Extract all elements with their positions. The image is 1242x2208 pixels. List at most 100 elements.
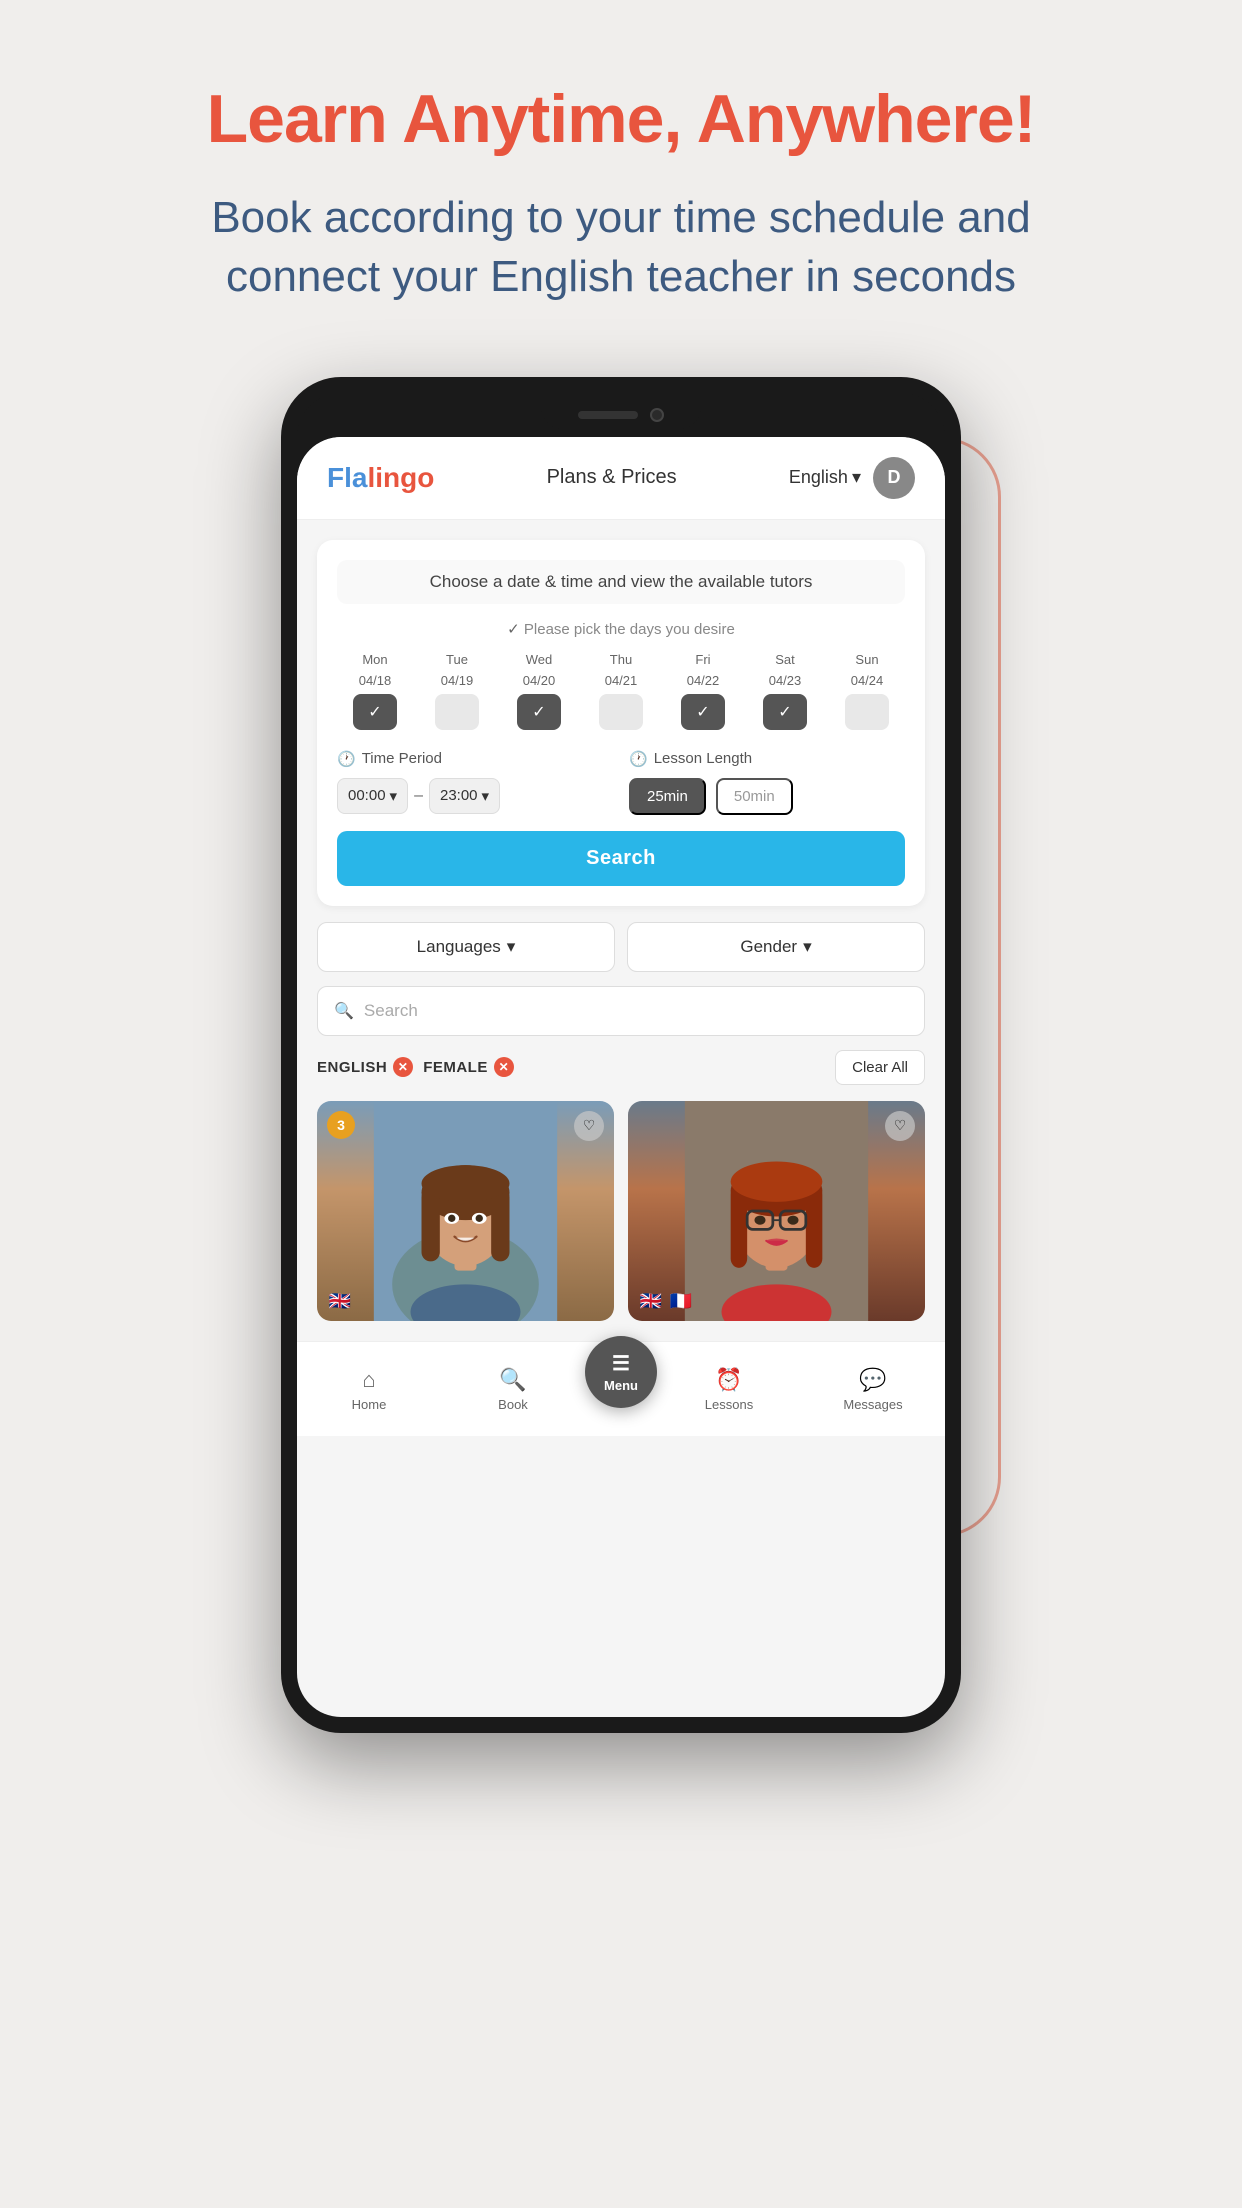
day-tue-date: 04/19 — [441, 673, 474, 688]
date-time-card: Choose a date & time and view the availa… — [317, 540, 925, 906]
nav-menu-label: Menu — [604, 1378, 638, 1393]
nav-messages[interactable]: 💬 Messages — [801, 1367, 945, 1412]
time-lesson-row: 🕐 Time Period 00:00 ▾ – 23:00 — [337, 750, 905, 815]
lesson-length-text: Lesson Length — [654, 750, 752, 767]
plans-prices-link[interactable]: Plans & Prices — [547, 466, 677, 489]
tutor-card-2[interactable]: ♡ 🇬🇧 🇫🇷 — [628, 1101, 925, 1321]
day-picker-hint-text: Please pick the days you desire — [524, 621, 735, 638]
search-bar[interactable]: 🔍 Search — [317, 986, 925, 1036]
phone-screen: Flalingo Plans & Prices English ▾ D — [297, 437, 945, 1717]
filter-tag-english: ENGLISH ✕ — [317, 1057, 413, 1077]
app-logo: Flalingo — [327, 462, 434, 494]
day-thu[interactable]: Thu 04/21 — [583, 652, 659, 730]
date-time-hint: Choose a date & time and view the availa… — [337, 560, 905, 604]
lesson-clock-icon: 🕐 — [629, 750, 648, 768]
day-sat-label: Sat — [775, 652, 795, 667]
time-period-text: Time Period — [362, 750, 442, 767]
search-button[interactable]: Search — [337, 831, 905, 886]
lesson-25min-btn[interactable]: 25min — [629, 778, 706, 815]
app-content: Choose a date & time and view the availa… — [297, 520, 945, 1341]
lang-label: English — [789, 467, 848, 488]
day-fri[interactable]: Fri 04/22 ✓ — [665, 652, 741, 730]
phone-notch-area — [297, 393, 945, 437]
day-thu-checkbox[interactable] — [599, 694, 643, 730]
day-sun-date: 04/24 — [851, 673, 884, 688]
page-title: Learn Anytime, Anywhere! — [207, 80, 1036, 158]
time-start-arrow: ▾ — [390, 787, 398, 805]
tutor-grid: 3 ♡ 🇬🇧 — [317, 1101, 925, 1321]
user-avatar[interactable]: D — [873, 457, 915, 499]
day-sat-checkbox[interactable]: ✓ — [763, 694, 807, 730]
clock-icon: 🕐 — [337, 750, 356, 768]
time-start-select[interactable]: 00:00 ▾ — [337, 778, 408, 814]
day-sun[interactable]: Sun 04/24 — [829, 652, 905, 730]
day-sat[interactable]: Sat 04/23 ✓ — [747, 652, 823, 730]
notch-speaker — [578, 411, 638, 419]
day-sun-checkbox[interactable] — [845, 694, 889, 730]
nav-lessons[interactable]: ⏰ Lessons — [657, 1367, 801, 1412]
day-thu-label: Thu — [610, 652, 632, 667]
app-header: Flalingo Plans & Prices English ▾ D — [297, 437, 945, 520]
day-wed[interactable]: Wed 04/20 ✓ — [501, 652, 577, 730]
phone-notch — [541, 401, 701, 429]
tutor-2-flags: 🇬🇧 🇫🇷 — [638, 1293, 694, 1311]
gender-filter-btn[interactable]: Gender ▾ — [627, 922, 925, 972]
logo-lingo: lingo — [367, 462, 434, 493]
gender-filter-arrow: ▾ — [803, 937, 812, 957]
filter-tag-female: FEMALE ✕ — [423, 1057, 514, 1077]
nav-home[interactable]: ⌂ Home — [297, 1367, 441, 1412]
tutor-2-photo — [628, 1101, 925, 1321]
day-wed-date: 04/20 — [523, 673, 556, 688]
phone-mockup: Flalingo Plans & Prices English ▾ D — [241, 377, 1001, 1733]
tutor-2-bg — [628, 1101, 925, 1321]
nav-menu-btn[interactable]: ☰ Menu — [585, 1336, 657, 1408]
remove-english-filter-btn[interactable]: ✕ — [393, 1057, 413, 1077]
tutor-1-photo — [317, 1101, 614, 1321]
clear-all-button[interactable]: Clear All — [835, 1050, 925, 1085]
messages-icon: 💬 — [859, 1367, 886, 1393]
time-end-select[interactable]: 23:00 ▾ — [429, 778, 500, 814]
tutor-1-flags: 🇬🇧 — [327, 1293, 353, 1311]
language-selector[interactable]: English ▾ — [789, 467, 861, 488]
nav-book[interactable]: 🔍 Book — [441, 1367, 585, 1412]
search-bar-placeholder: Search — [364, 1001, 418, 1021]
day-thu-date: 04/21 — [605, 673, 638, 688]
gender-filter-label: Gender — [740, 937, 797, 957]
day-sat-date: 04/23 — [769, 673, 802, 688]
tutor-2-flag-fr: 🇫🇷 — [668, 1293, 694, 1311]
languages-filter-btn[interactable]: Languages ▾ — [317, 922, 615, 972]
avatar-initial: D — [888, 467, 901, 488]
languages-filter-arrow: ▾ — [507, 937, 516, 957]
day-wed-checkbox[interactable]: ✓ — [517, 694, 561, 730]
filter-tag-english-label: ENGLISH — [317, 1059, 387, 1076]
lesson-length-label: 🕐 Lesson Length — [629, 750, 905, 768]
tutor-1-flag-uk: 🇬🇧 — [327, 1293, 353, 1311]
day-tue-checkbox[interactable] — [435, 694, 479, 730]
tutor-1-bg — [317, 1101, 614, 1321]
tutor-card-1[interactable]: 3 ♡ 🇬🇧 — [317, 1101, 614, 1321]
lesson-options: 25min 50min — [629, 778, 905, 815]
nav-lessons-label: Lessons — [705, 1397, 753, 1412]
day-fri-checkbox[interactable]: ✓ — [681, 694, 725, 730]
remove-female-filter-btn[interactable]: ✕ — [494, 1057, 514, 1077]
day-mon-label: Mon — [362, 652, 387, 667]
day-tue[interactable]: Tue 04/19 — [419, 652, 495, 730]
search-bar-icon: 🔍 — [334, 1001, 354, 1021]
nav-messages-label: Messages — [843, 1397, 902, 1412]
day-mon-checkbox[interactable]: ✓ — [353, 694, 397, 730]
time-dash: – — [414, 787, 423, 805]
day-wed-label: Wed — [526, 652, 553, 667]
lesson-50min-btn[interactable]: 50min — [716, 778, 793, 815]
tutor-1-heart[interactable]: ♡ — [574, 1111, 604, 1141]
tutor-2-heart[interactable]: ♡ — [885, 1111, 915, 1141]
lessons-icon: ⏰ — [715, 1367, 742, 1393]
day-mon[interactable]: Mon 04/18 ✓ — [337, 652, 413, 730]
day-picker-hint: Please pick the days you desire — [337, 620, 905, 638]
languages-filter-label: Languages — [417, 937, 501, 957]
header-right: English ▾ D — [789, 457, 915, 499]
day-tue-label: Tue — [446, 652, 468, 667]
home-icon: ⌂ — [362, 1367, 375, 1393]
time-end-arrow: ▾ — [482, 787, 490, 805]
time-section: 🕐 Time Period 00:00 ▾ – 23:00 — [337, 750, 613, 815]
filter-tags: ENGLISH ✕ FEMALE ✕ — [317, 1057, 514, 1077]
